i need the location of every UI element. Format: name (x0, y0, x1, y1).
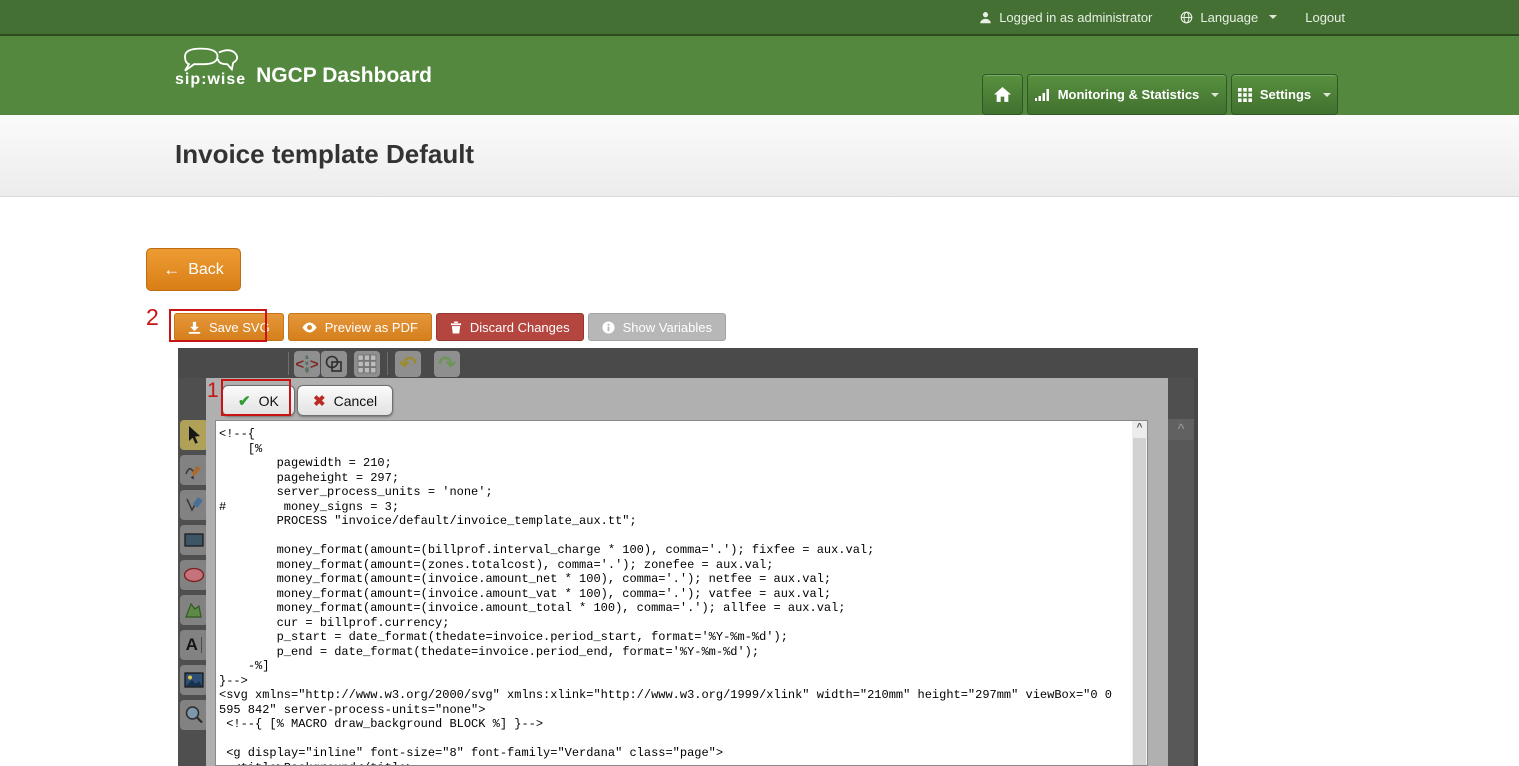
eye-icon (302, 322, 317, 333)
brand-sipwise-label: sip:wise (175, 72, 246, 88)
grid-view-icon (357, 354, 377, 374)
save-svg-button[interactable]: Save SVG (174, 313, 284, 341)
svg-editor-panel: < svg > ↶ ↷ (178, 348, 1198, 766)
page-root: Logged in as administrator Language Logo… (0, 0, 1519, 766)
editor-toolbar: < svg > ↶ ↷ (178, 348, 1198, 378)
source-scrollbar[interactable]: ^ (1132, 421, 1147, 765)
pencil-icon (184, 460, 204, 480)
nav-monitoring-label: Monitoring & Statistics (1058, 87, 1200, 102)
ok-button[interactable]: ✔ OK (222, 385, 295, 416)
preview-pdf-label: Preview as PDF (325, 320, 418, 335)
bar-chart-icon (1035, 88, 1050, 101)
save-svg-label: Save SVG (209, 320, 270, 335)
chevron-down-icon (1269, 15, 1277, 19)
preview-pdf-button[interactable]: Preview as PDF (288, 313, 432, 341)
template-actions-toolbar: Save SVG Preview as PDF Discard Changes … (174, 313, 726, 341)
language-menu[interactable]: Language (1180, 10, 1277, 25)
x-icon: ✖ (313, 392, 326, 410)
tool-zoom[interactable] (180, 700, 208, 730)
logged-in-label: Logged in as administrator (999, 10, 1152, 25)
logo-column: sip:wise (175, 46, 246, 88)
magnifier-icon (184, 705, 204, 725)
info-icon (602, 321, 615, 334)
main-header: sip:wise NGCP Dashboard Monitoring & Sta… (0, 36, 1519, 115)
tool-polygon[interactable] (180, 595, 208, 625)
logout-link[interactable]: Logout (1305, 10, 1345, 25)
text-cursor-icon (201, 637, 203, 653)
nav-monitoring-statistics[interactable]: Monitoring & Statistics (1027, 74, 1227, 115)
scroll-up-icon[interactable]: ^ (1168, 419, 1194, 440)
arrow-left-icon: ← (163, 260, 180, 280)
discard-changes-label: Discard Changes (470, 320, 570, 335)
logout-label: Logout (1305, 10, 1345, 25)
grid-icon (1238, 88, 1252, 102)
editor-right-edge (1194, 378, 1198, 766)
workspace-scrollbar[interactable]: ^ (1168, 419, 1194, 766)
polygon-icon (184, 601, 204, 619)
source-code-icon: < svg > (295, 355, 318, 373)
chevron-down-icon (1323, 93, 1331, 97)
back-button[interactable]: ← Back (146, 248, 241, 291)
check-icon: ✔ (238, 392, 251, 410)
ellipse-icon (183, 567, 205, 583)
ok-button-label: OK (259, 393, 279, 409)
back-button-label: Back (188, 261, 224, 279)
brand-logo[interactable]: sip:wise NGCP Dashboard (175, 46, 432, 88)
trash-icon (450, 321, 462, 334)
user-icon (979, 11, 992, 24)
nav-settings-label: Settings (1260, 87, 1311, 102)
shape-library-button[interactable] (321, 351, 347, 377)
scrollbar-thumb[interactable] (1133, 438, 1146, 765)
edit-source-button[interactable]: < svg > (294, 351, 320, 377)
home-button[interactable] (982, 74, 1023, 115)
top-utility-bar: Logged in as administrator Language Logo… (0, 0, 1519, 36)
home-icon (994, 87, 1011, 103)
cancel-button-label: Cancel (334, 393, 378, 409)
select-arrow-icon (185, 425, 203, 445)
discard-changes-button[interactable]: Discard Changes (436, 313, 584, 341)
page-title: Invoice template Default (175, 139, 474, 170)
path-pen-icon (184, 495, 204, 515)
tool-text[interactable]: A (180, 630, 208, 660)
tool-pencil[interactable] (180, 455, 208, 485)
edit-source-dialog: ✔ OK ✖ Cancel <!--{ [% pagewidth = 210; … (206, 378, 1168, 766)
scroll-up-icon[interactable]: ^ (1132, 421, 1147, 438)
show-variables-label: Show Variables (623, 320, 712, 335)
brand-product-label: NGCP Dashboard (256, 64, 432, 88)
redo-icon: ↷ (438, 354, 456, 375)
svg-source-textarea[interactable]: <!--{ [% pagewidth = 210; pageheight = 2… (216, 421, 1132, 765)
redo-button[interactable]: ↷ (434, 351, 460, 377)
cancel-button[interactable]: ✖ Cancel (297, 385, 393, 416)
wireframe-grid-button[interactable] (354, 351, 380, 377)
tool-path[interactable] (180, 490, 208, 520)
show-variables-button[interactable]: Show Variables (588, 313, 726, 341)
chevron-down-icon (1211, 93, 1219, 97)
tool-rectangle[interactable] (180, 525, 208, 555)
rectangle-icon (184, 532, 204, 548)
toolbar-divider (387, 352, 388, 375)
download-icon (188, 321, 201, 334)
page-title-band: Invoice template Default (0, 115, 1519, 197)
undo-button[interactable]: ↶ (395, 351, 421, 377)
undo-icon: ↶ (399, 354, 417, 375)
tool-ellipse[interactable] (180, 560, 208, 590)
image-icon (184, 672, 204, 688)
tool-select[interactable] (180, 420, 208, 450)
text-tool-icon: A (186, 635, 198, 655)
shapes-icon (324, 354, 344, 374)
speech-bubbles-icon (179, 46, 243, 72)
language-label: Language (1200, 10, 1258, 25)
step-2-label: 2 (146, 304, 159, 331)
toolbar-divider (288, 352, 289, 375)
svg-source-editor: <!--{ [% pagewidth = 210; pageheight = 2… (215, 420, 1148, 766)
tool-image[interactable] (180, 665, 208, 695)
nav-settings[interactable]: Settings (1231, 74, 1338, 115)
globe-icon (1180, 11, 1193, 24)
logged-in-status: Logged in as administrator (979, 10, 1152, 25)
